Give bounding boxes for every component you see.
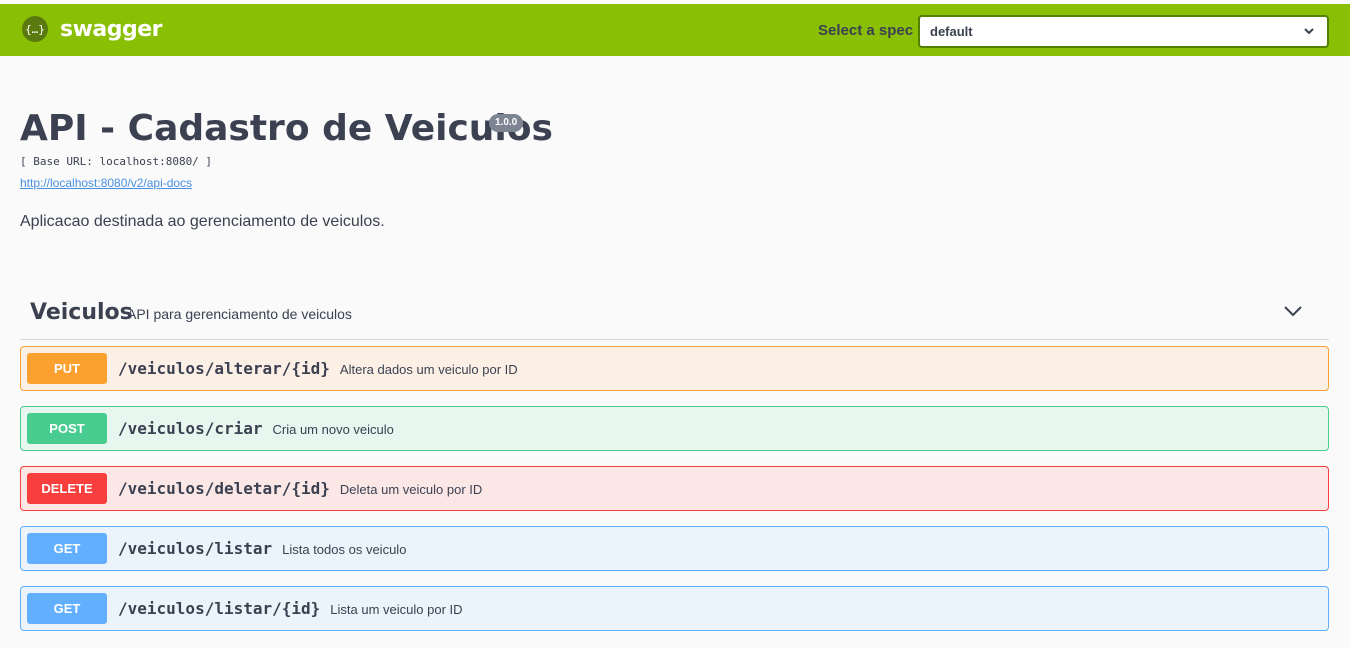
spec-select-label: Select a spec	[818, 22, 914, 39]
operation-block-put[interactable]: PUT/veiculos/alterar/{id} Altera dados um…	[20, 346, 1329, 391]
method-badge: GET	[27, 593, 107, 624]
operation-block-get[interactable]: GET/veiculos/listar/{id} Lista um veiculo…	[20, 586, 1329, 631]
operation-path: /veiculos/listar/{id}	[118, 599, 321, 618]
topbar: {…} swagger Select a spec default	[0, 4, 1350, 56]
api-title: API - Cadastro de Veiculos	[20, 108, 553, 149]
method-badge: GET	[27, 533, 107, 564]
swagger-logo-link[interactable]: {…} swagger	[22, 16, 163, 42]
version-badge: 1.0.0	[489, 114, 524, 132]
operation-block-post[interactable]: POST/veiculos/criar Cria um novo veiculo	[20, 406, 1329, 451]
operation-path-row: /veiculos/alterar/{id} Altera dados um ve…	[118, 359, 518, 378]
operation-path: /veiculos/criar	[118, 419, 263, 438]
swagger-logo-icon: {…}	[22, 16, 48, 42]
collapse-arrow-icon[interactable]	[1283, 304, 1303, 318]
base-url: [ Base URL: localhost:8080/ ]	[20, 155, 213, 168]
tag-name: Veiculos	[30, 300, 133, 325]
operation-block-delete[interactable]: DELETE/veiculos/deletar/{id} Deleta um ve…	[20, 466, 1329, 511]
operation-path: /veiculos/alterar/{id}	[118, 359, 330, 378]
operation-summary: Deleta um veiculo por ID	[339, 482, 483, 497]
svg-text:{…}: {…}	[26, 23, 44, 35]
api-docs-link[interactable]: http://localhost:8080/v2/api-docs	[20, 176, 192, 190]
method-badge: POST	[27, 413, 107, 444]
tag-section-header[interactable]: Veiculos API para gerenciamento de veicu…	[20, 288, 1329, 340]
tag-description: API para gerenciamento de veiculos	[127, 306, 352, 322]
spec-select[interactable]: default	[918, 15, 1329, 48]
operation-summary: Lista todos os veiculo	[282, 542, 407, 557]
method-badge: PUT	[27, 353, 107, 384]
operation-summary: Lista um veiculo por ID	[330, 602, 463, 617]
operation-path-row: /veiculos/listar Lista todos os veiculo	[118, 539, 406, 558]
logo-text: swagger	[60, 16, 163, 42]
spec-select-value: default	[930, 24, 973, 39]
operation-path-row: /veiculos/listar/{id} Lista um veiculo po…	[118, 599, 463, 618]
operation-block-get[interactable]: GET/veiculos/listar Lista todos os veicul…	[20, 526, 1329, 571]
method-badge: DELETE	[27, 473, 107, 504]
operation-path: /veiculos/listar	[118, 539, 273, 558]
chevron-down-icon	[1304, 28, 1314, 35]
operation-path-row: /veiculos/deletar/{id} Deleta um veiculo …	[118, 479, 482, 498]
operation-path-row: /veiculos/criar Cria um novo veiculo	[118, 419, 394, 438]
api-description: Aplicacao destinada ao gerenciamento de …	[20, 213, 385, 230]
operation-summary: Altera dados um veiculo por ID	[339, 362, 518, 377]
operation-path: /veiculos/deletar/{id}	[118, 479, 330, 498]
operation-summary: Cria um novo veiculo	[272, 422, 394, 437]
